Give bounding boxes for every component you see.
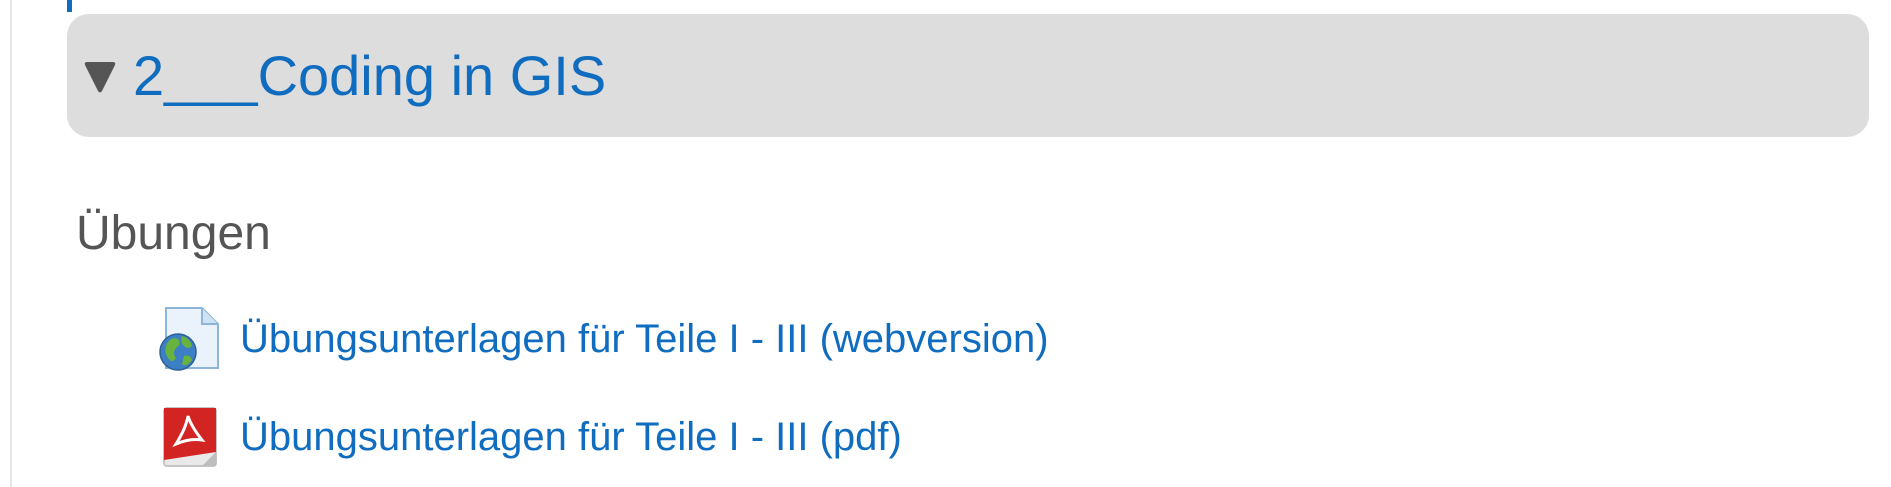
activity-link-pdf[interactable]: Übungsunterlagen für Teile I - III (pdf) [240, 417, 902, 457]
activity-link-webversion[interactable]: Übungsunterlagen für Teile I - III (webv… [240, 319, 1049, 359]
section-title[interactable]: 2___Coding in GIS [133, 47, 606, 104]
course-page: 2___Coding in GIS Übungen Übungsunterlag… [0, 0, 1891, 487]
pdf-file-icon [158, 404, 220, 470]
web-page-globe-icon [158, 306, 220, 372]
section-header[interactable]: 2___Coding in GIS [67, 14, 1869, 137]
section-indicator [67, 0, 72, 12]
subsection-heading: Übungen [76, 207, 271, 260]
left-border-rule [10, 0, 12, 487]
activity-pdf[interactable]: Übungsunterlagen für Teile I - III (pdf) [158, 404, 902, 470]
activity-webversion[interactable]: Übungsunterlagen für Teile I - III (webv… [158, 306, 1049, 372]
caret-down-icon[interactable] [83, 60, 117, 94]
